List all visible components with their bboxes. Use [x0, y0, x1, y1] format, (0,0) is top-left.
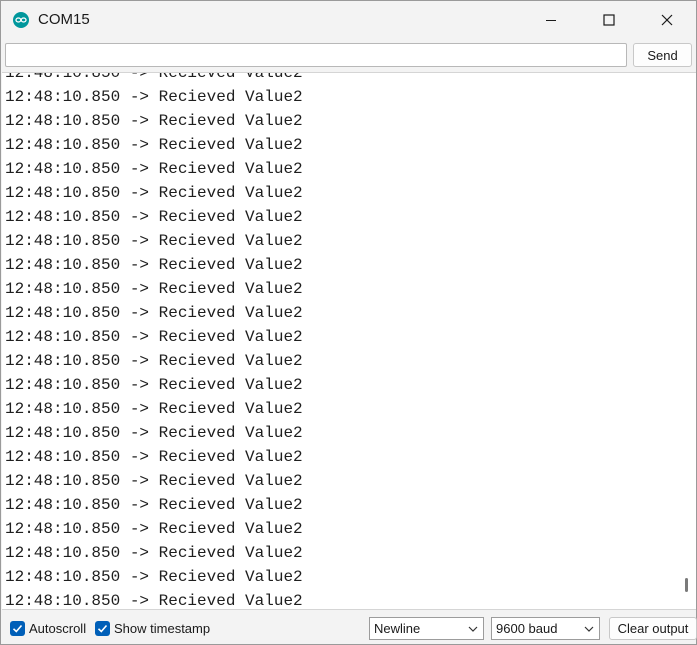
output-line: 12:48:10.850 -> Recieved Value2	[5, 112, 303, 130]
serial-output[interactable]: 12:48:10.850 -> Recieved Value2 12:48:10.…	[2, 72, 696, 610]
chevron-down-icon	[468, 626, 478, 632]
output-line: 12:48:10.850 -> Recieved Value2	[5, 376, 303, 394]
output-line: 12:48:10.850 -> Recieved Value2	[5, 472, 303, 490]
checkbox-checked-icon	[10, 620, 25, 636]
output-line: 12:48:10.850 -> Recieved Value2	[5, 88, 303, 106]
output-line: 12:48:10.850 -> Recieved Value2	[5, 136, 303, 154]
output-line: 12:48:10.850 -> Recieved Value2	[5, 208, 303, 226]
output-line: 12:48:10.850 -> Recieved Value2	[5, 304, 303, 322]
line-ending-select[interactable]: Newline	[369, 617, 484, 640]
window-title: COM15	[38, 11, 90, 28]
send-row: Send	[1, 41, 696, 71]
clear-output-button[interactable]: Clear output	[609, 617, 697, 640]
output-line: 12:48:10.850 -> Recieved Value2	[5, 232, 303, 250]
output-line: 12:48:10.850 -> Recieved Value2	[5, 328, 303, 346]
output-line: 12:48:10.850 -> Recieved Value2	[5, 280, 303, 298]
checkbox-checked-icon	[95, 620, 110, 636]
minimize-button[interactable]	[522, 1, 580, 39]
arduino-icon	[13, 12, 29, 28]
close-button[interactable]	[638, 1, 696, 39]
line-ending-value: Newline	[374, 621, 421, 636]
minimize-icon	[546, 20, 556, 21]
bottom-toolbar: Autoscroll Show timestamp Newline 9600 b…	[1, 613, 697, 645]
output-lines: 12:48:10.850 -> Recieved Value2 12:48:10.…	[5, 72, 303, 610]
output-line: 12:48:10.850 -> Recieved Value2	[5, 256, 303, 274]
scrollbar-thumb[interactable]	[685, 578, 688, 592]
message-input[interactable]	[5, 43, 627, 67]
chevron-down-icon	[584, 626, 594, 632]
send-button[interactable]: Send	[633, 43, 692, 67]
maximize-icon	[603, 14, 615, 26]
output-line: 12:48:10.850 -> Recieved Value2	[5, 448, 303, 466]
output-line: 12:48:10.850 -> Recieved Value2	[5, 568, 303, 586]
show-timestamp-label: Show timestamp	[114, 620, 211, 636]
output-line: 12:48:10.850 -> Recieved Value2	[5, 184, 303, 202]
output-line: 12:48:10.850 -> Recieved Value2	[5, 160, 303, 178]
output-line: 12:48:10.850 -> Recieved Value2	[5, 520, 303, 538]
maximize-button[interactable]	[580, 1, 638, 39]
output-line: 12:48:10.850 -> Recieved Value2	[5, 400, 303, 418]
close-icon	[661, 14, 673, 26]
output-line: 12:48:10.850 -> Recieved Value2	[5, 592, 303, 610]
output-line: 12:48:10.850 -> Recieved Value2	[5, 72, 303, 82]
output-line: 12:48:10.850 -> Recieved Value2	[5, 352, 303, 370]
baud-rate-value: 9600 baud	[496, 621, 558, 636]
show-timestamp-checkbox[interactable]: Show timestamp	[95, 619, 210, 637]
output-line: 12:48:10.850 -> Recieved Value2	[5, 544, 303, 562]
title-bar: COM15	[1, 1, 696, 39]
autoscroll-checkbox[interactable]: Autoscroll	[10, 619, 86, 637]
serial-monitor-window: COM15 Send 12:48:10.850 -> Recieved Valu…	[0, 0, 697, 645]
output-line: 12:48:10.850 -> Recieved Value2	[5, 496, 303, 514]
baud-rate-select[interactable]: 9600 baud	[491, 617, 600, 640]
autoscroll-label: Autoscroll	[29, 620, 87, 636]
output-line: 12:48:10.850 -> Recieved Value2	[5, 424, 303, 442]
